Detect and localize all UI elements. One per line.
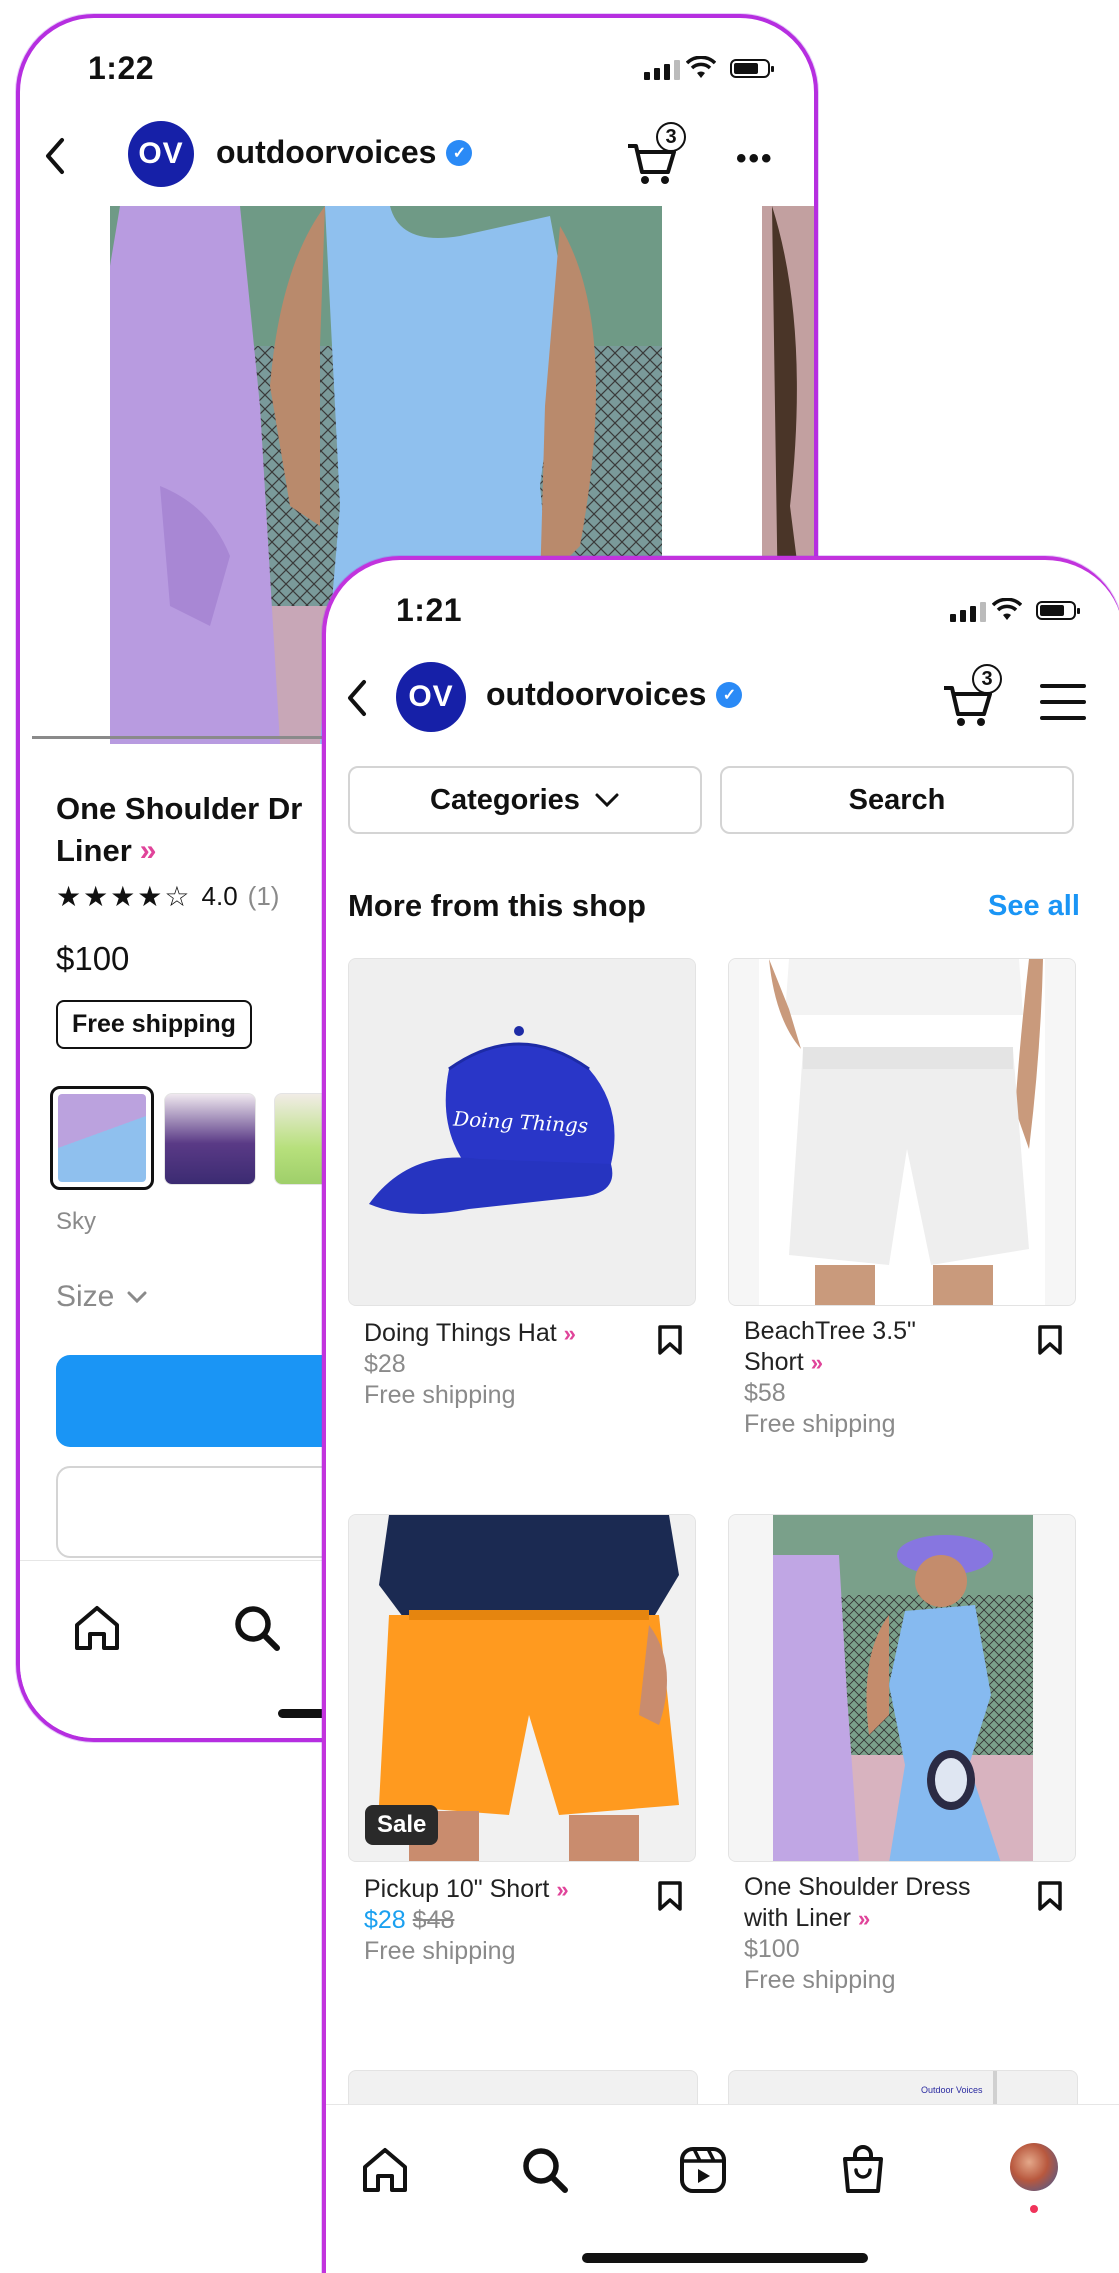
checkout-chevron-icon: » bbox=[556, 1877, 569, 1902]
product-price: $58 bbox=[744, 1379, 786, 1407]
product-name-line2: with Liner bbox=[744, 1904, 851, 1932]
verified-icon: ✓ bbox=[446, 139, 473, 166]
product-name-line1: BeachTree 3.5" bbox=[744, 1317, 916, 1345]
shop-icon[interactable] bbox=[838, 2143, 888, 2195]
menu-icon[interactable] bbox=[1040, 682, 1086, 722]
bookmark-icon[interactable] bbox=[656, 1324, 684, 1356]
product-card-beachtree-info[interactable]: BeachTree 3.5" Short » $58 Free shipping bbox=[744, 1316, 1034, 1440]
color-swatch-purple[interactable] bbox=[164, 1093, 256, 1185]
swatch-image bbox=[58, 1094, 146, 1182]
sale-badge: Sale bbox=[365, 1805, 439, 1845]
shop-name-text: outdoorvoices bbox=[216, 134, 437, 170]
reels-icon[interactable] bbox=[678, 2145, 728, 2195]
product-shipping: Free shipping bbox=[364, 1381, 516, 1409]
cart-button[interactable]: 3 bbox=[940, 664, 1002, 730]
cart-button[interactable]: 3 bbox=[624, 122, 686, 188]
product-card-hat-info[interactable]: Doing Things Hat » $28 Free shipping bbox=[364, 1318, 654, 1411]
product-card-pickup-info[interactable]: Pickup 10" Short » $28 $48 Free shipping bbox=[364, 1874, 654, 1967]
product-price-row: $28 $48 bbox=[364, 1905, 654, 1936]
section-title: More from this shop bbox=[348, 888, 646, 923]
product-name: Doing Things Hat bbox=[364, 1319, 557, 1347]
home-icon[interactable] bbox=[360, 2145, 410, 2195]
bookmark-icon[interactable] bbox=[656, 1880, 684, 1912]
sale-price: $28 bbox=[364, 1906, 406, 1934]
home-indicator bbox=[582, 2253, 868, 2263]
hat-photo: Doing Things bbox=[349, 959, 695, 1305]
shorts-photo bbox=[729, 959, 1075, 1305]
product-shipping: Free shipping bbox=[744, 1966, 896, 1994]
product-title: Pickup 10" Short » bbox=[364, 1874, 654, 1905]
signal-icon bbox=[950, 602, 986, 622]
back-icon[interactable] bbox=[40, 136, 70, 176]
battery-icon bbox=[1036, 601, 1080, 620]
rating-value: 4.0 bbox=[201, 881, 238, 911]
product-image-beachtree-short[interactable] bbox=[728, 958, 1076, 1306]
see-all-link[interactable]: See all bbox=[988, 890, 1080, 923]
categories-label: Categories bbox=[430, 783, 580, 816]
product-price: $100 bbox=[744, 1935, 800, 1963]
profile-avatar[interactable] bbox=[1010, 2143, 1058, 2191]
search-icon[interactable] bbox=[232, 1603, 282, 1653]
product-price: $100 bbox=[56, 940, 130, 977]
image-progress-fill bbox=[32, 736, 340, 739]
cart-count-badge: 3 bbox=[656, 122, 686, 152]
peek-brand-label: Outdoor Voices bbox=[921, 2085, 983, 2095]
verified-icon: ✓ bbox=[716, 681, 743, 708]
bookmark-icon[interactable] bbox=[1036, 1324, 1064, 1356]
search-icon[interactable] bbox=[520, 2145, 570, 2195]
checkout-chevron-icon: » bbox=[857, 1906, 871, 1931]
rating-row[interactable]: ★★★★☆ 4.0 (1) bbox=[56, 880, 279, 913]
checkout-chevron-icon: » bbox=[563, 1321, 576, 1346]
size-label: Size bbox=[56, 1280, 115, 1313]
color-swatch-sky[interactable] bbox=[50, 1086, 154, 1190]
product-card-dress-info[interactable]: One Shoulder Dress with Liner » $100 Fre… bbox=[744, 1872, 1044, 1996]
product-name-line1: One Shoulder Dress bbox=[744, 1873, 971, 1901]
search-button[interactable]: Search bbox=[720, 766, 1074, 834]
front-phone-screen: 1:21 OV outdoorvoices ✓ 3 Categories Sea… bbox=[322, 556, 1119, 2273]
bookmark-icon[interactable] bbox=[1036, 1880, 1064, 1912]
signal-icon bbox=[644, 60, 680, 80]
front-bottom-nav bbox=[326, 2104, 1119, 2273]
wifi-icon bbox=[686, 56, 716, 78]
shop-avatar[interactable]: OV bbox=[128, 121, 194, 187]
size-selector[interactable]: Size bbox=[56, 1280, 148, 1314]
product-image-hat[interactable]: Doing Things bbox=[348, 958, 696, 1306]
more-icon[interactable]: ••• bbox=[736, 142, 774, 176]
product-title-line2: Short » bbox=[744, 1347, 1034, 1378]
product-image-one-shoulder-dress[interactable] bbox=[728, 1514, 1076, 1862]
product-title: Doing Things Hat » bbox=[364, 1318, 654, 1349]
notification-dot bbox=[1030, 2205, 1038, 2213]
cart-count-badge: 3 bbox=[972, 664, 1002, 694]
product-image-pickup-short[interactable]: Sale bbox=[348, 1514, 696, 1862]
back-icon[interactable] bbox=[342, 678, 372, 718]
star-rating-icon: ★★★★☆ bbox=[56, 881, 192, 912]
chevron-down-icon bbox=[127, 1291, 147, 1304]
shop-avatar[interactable]: OV bbox=[396, 662, 466, 732]
product-price: $28 bbox=[364, 1350, 406, 1378]
shop-name[interactable]: outdoorvoices ✓ bbox=[486, 676, 743, 713]
rating-count: (1) bbox=[247, 881, 280, 911]
chevron-down-icon bbox=[595, 793, 619, 808]
product-name-line2: Short bbox=[744, 1348, 804, 1376]
categories-button[interactable]: Categories bbox=[348, 766, 702, 834]
shop-name[interactable]: outdoorvoices ✓ bbox=[216, 134, 473, 171]
checkout-chevron-icon: » bbox=[139, 834, 157, 867]
search-label: Search bbox=[848, 783, 946, 816]
checkout-chevron-icon: » bbox=[810, 1350, 823, 1375]
battery-icon bbox=[730, 59, 774, 78]
status-time: 1:22 bbox=[88, 50, 155, 86]
product-shipping: Free shipping bbox=[744, 1410, 896, 1438]
dress-photo bbox=[729, 1515, 1075, 1861]
free-shipping-badge: Free shipping bbox=[56, 1000, 252, 1049]
product-title-line2: Liner bbox=[56, 833, 132, 868]
original-price: $48 bbox=[412, 1906, 455, 1934]
shop-name-text: outdoorvoices bbox=[486, 676, 707, 712]
product-shipping: Free shipping bbox=[364, 1937, 516, 1965]
color-label: Sky bbox=[56, 1208, 97, 1235]
product-name: Pickup 10" Short bbox=[364, 1875, 550, 1903]
wifi-icon bbox=[992, 598, 1022, 620]
status-time: 1:21 bbox=[396, 592, 463, 628]
home-icon[interactable] bbox=[72, 1603, 122, 1653]
product-title-line2: with Liner » bbox=[744, 1903, 1044, 1934]
